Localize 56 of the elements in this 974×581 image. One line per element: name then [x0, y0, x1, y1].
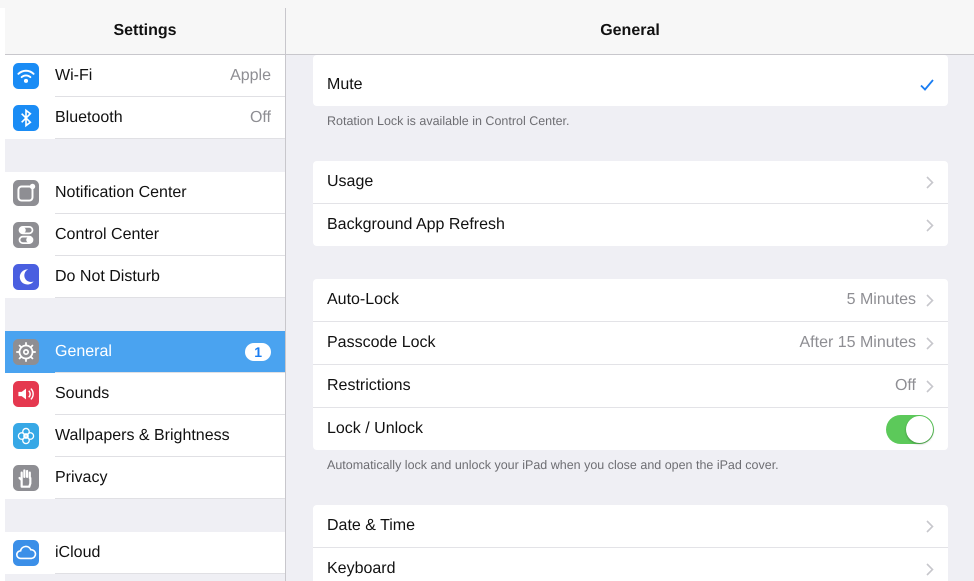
sidebar-item[interactable]: Wi-Fi Apple [5, 55, 285, 97]
settings-row[interactable]: Passcode Lock After 15 Minutes [313, 322, 948, 365]
page-title: General [600, 22, 660, 40]
toggle-switch[interactable] [886, 414, 934, 444]
sidebar-item[interactable]: Sounds [5, 373, 285, 415]
row-label: Auto-Lock [327, 291, 400, 309]
sidebar-item[interactable]: Wallpapers & Brightness [5, 415, 285, 457]
item-label: Wallpapers & Brightness [55, 427, 231, 445]
count-badge: 1 [245, 343, 271, 361]
row-label: Date & Time [327, 517, 416, 535]
settings-row[interactable]: Lock / Unlock [313, 408, 948, 450]
item-value: Apple [230, 67, 271, 85]
row-label: Lock / Unlock [327, 420, 424, 438]
sidebar-title: Settings [113, 22, 177, 40]
sidebar-item[interactable]: Privacy [5, 457, 285, 499]
sidebar-item[interactable]: iCloud [5, 532, 285, 574]
settings-row[interactable]: Date & Time [313, 505, 948, 548]
chevron-icon [926, 176, 934, 188]
item-label: Sounds [55, 385, 110, 403]
sidebar-item[interactable]: Control Center [5, 214, 285, 256]
sidebar-item[interactable]: General 1 [5, 331, 285, 373]
row-value: Off [894, 377, 916, 395]
item-label: Notification Center [55, 184, 188, 202]
row-label: Usage [327, 173, 374, 191]
settings-row[interactable]: Usage [313, 161, 948, 204]
sidebar-item[interactable]: Notification Center [5, 172, 285, 214]
row-label: Passcode Lock [327, 334, 437, 352]
sidebar-item[interactable]: Do Not Disturb [5, 256, 285, 298]
settings-row[interactable]: Mute [313, 64, 948, 106]
settings-row[interactable]: Background App Refresh [313, 204, 948, 246]
chevron-icon [926, 294, 934, 306]
sidebar-item[interactable]: Bluetooth Off [5, 97, 285, 139]
chevron-icon [926, 336, 934, 350]
row-label: Restrictions [327, 377, 412, 395]
row-label: Mute [327, 76, 364, 94]
row-value: 5 Minutes [846, 291, 916, 309]
item-label: Privacy [55, 469, 108, 487]
item-label: iCloud [55, 544, 102, 562]
row-label: Background App Refresh [327, 216, 506, 234]
item-label: Control Center [55, 226, 160, 244]
chevron-icon [926, 380, 934, 392]
row-label: Keyboard [327, 560, 396, 578]
section-footer: Rotation Lock is available in Control Center. [313, 106, 948, 128]
chevron-icon [926, 562, 934, 576]
item-label: Do Not Disturb [55, 268, 161, 286]
item-value: Off [250, 109, 271, 127]
row-value: After 15 Minutes [800, 334, 916, 352]
chevron-icon [926, 520, 934, 532]
settings-row[interactable]: Auto-Lock 5 Minutes [313, 279, 948, 322]
item-label: General [55, 343, 113, 361]
settings-row[interactable]: Restrictions Off [313, 365, 948, 408]
chevron-icon [926, 218, 934, 232]
section-footer: Automatically lock and unlock your iPad when you close and open the iPad cover. [313, 450, 948, 472]
item-label: Wi-Fi [55, 67, 94, 85]
item-label: Bluetooth [55, 109, 124, 127]
settings-row[interactable]: Keyboard [313, 548, 948, 581]
